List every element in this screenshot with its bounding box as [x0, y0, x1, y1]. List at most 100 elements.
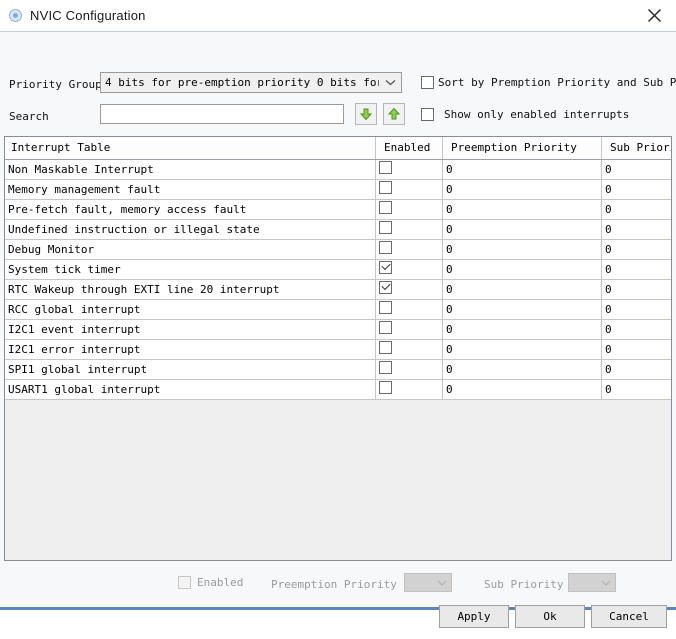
table-row[interactable]: Memory management fault 0 0 [5, 179, 671, 200]
chevron-down-icon [437, 580, 447, 586]
chevron-down-icon [601, 580, 611, 586]
cell-preemption-priority[interactable]: 0 [442, 359, 602, 380]
table-row[interactable]: SPI1 global interrupt 0 0 [5, 359, 671, 380]
cell-sub-priority[interactable]: 0 [601, 279, 671, 300]
title-bar: NVIC Configuration [0, 0, 676, 32]
cell-preemption-priority[interactable]: 0 [442, 299, 602, 320]
cell-preemption-priority[interactable]: 0 [442, 319, 602, 340]
enabled-checkbox[interactable] [379, 261, 392, 274]
enabled-checkbox[interactable] [379, 301, 392, 314]
enabled-checkbox[interactable] [379, 161, 392, 174]
cell-enabled[interactable] [375, 319, 443, 340]
table-row[interactable]: Pre-fetch fault, memory access fault 0 0 [5, 199, 671, 220]
cell-interrupt-name: System tick timer [5, 259, 376, 280]
detail-sub-priority-dropdown [568, 573, 616, 592]
priority-group-dropdown[interactable]: 4 bits for pre-emption priority 0 bits f… [100, 72, 402, 93]
table-row[interactable]: Undefined instruction or illegal state 0 0 [5, 219, 671, 240]
cell-sub-priority[interactable]: 0 [601, 259, 671, 280]
cell-sub-priority[interactable]: 0 [601, 239, 671, 260]
cell-sub-priority[interactable]: 0 [601, 199, 671, 220]
cell-sub-priority[interactable]: 0 [601, 179, 671, 200]
cell-interrupt-name: I2C1 error interrupt [5, 339, 376, 360]
table-row[interactable]: USART1 global interrupt 0 0 [5, 379, 671, 400]
enabled-checkbox[interactable] [379, 221, 392, 234]
enabled-checkbox[interactable] [379, 241, 392, 254]
cell-enabled[interactable] [375, 179, 443, 200]
enabled-checkbox[interactable] [379, 181, 392, 194]
cell-sub-priority[interactable]: 0 [601, 339, 671, 360]
cell-enabled[interactable] [375, 259, 443, 280]
cell-preemption-priority[interactable]: 0 [442, 379, 602, 400]
cell-preemption-priority[interactable]: 0 [442, 199, 602, 220]
cell-preemption-priority[interactable]: 0 [442, 259, 602, 280]
cell-enabled[interactable] [375, 219, 443, 240]
checkbox-box [178, 576, 191, 589]
priority-group-value: 4 bits for pre-emption priority 0 bits f… [105, 76, 379, 89]
cell-enabled[interactable] [375, 239, 443, 260]
checkbox-box [421, 108, 434, 121]
cell-sub-priority[interactable]: 0 [601, 359, 671, 380]
cancel-button[interactable]: Cancel [591, 605, 667, 628]
arrow-up-icon[interactable] [383, 103, 405, 125]
dialog-content: Priority Group 4 bits for pre-emption pr… [0, 32, 676, 628]
cell-interrupt-name: Undefined instruction or illegal state [5, 219, 376, 240]
cell-interrupt-name: RTC Wakeup through EXTI line 20 interrup… [5, 279, 376, 300]
detail-sub-priority-label: Sub Priority [484, 578, 564, 591]
nvic-configuration-window: NVIC Configuration Priority Group 4 bits… [0, 0, 676, 628]
table-row[interactable]: Debug Monitor 0 0 [5, 239, 671, 260]
app-icon [9, 9, 22, 22]
apply-button[interactable]: Apply [439, 605, 509, 628]
table-row[interactable]: RCC global interrupt 0 0 [5, 299, 671, 320]
cell-preemption-priority[interactable]: 0 [442, 219, 602, 240]
close-icon[interactable] [632, 0, 676, 31]
cell-preemption-priority[interactable]: 0 [442, 159, 602, 180]
cell-enabled[interactable] [375, 359, 443, 380]
table-body: Non Maskable Interrupt 0 0 Memory managemen… [5, 159, 671, 560]
table-row[interactable]: I2C1 error interrupt 0 0 [5, 339, 671, 360]
cell-sub-priority[interactable]: 0 [601, 159, 671, 180]
enabled-checkbox[interactable] [379, 341, 392, 354]
cell-interrupt-name: USART1 global interrupt [5, 379, 376, 400]
cell-preemption-priority[interactable]: 0 [442, 239, 602, 260]
show-only-enabled-label: Show only enabled interrupts [444, 108, 630, 121]
table-row[interactable]: I2C1 event interrupt 0 0 [5, 319, 671, 340]
cell-sub-priority[interactable]: 0 [601, 379, 671, 400]
search-label: Search [9, 110, 49, 123]
enabled-checkbox[interactable] [379, 381, 392, 394]
checkbox-box [421, 76, 434, 89]
cell-enabled[interactable] [375, 379, 443, 400]
show-only-enabled-checkbox[interactable]: Show only enabled interrupts [421, 108, 629, 121]
detail-enabled-checkbox: Enabled [178, 576, 243, 589]
enabled-checkbox[interactable] [379, 201, 392, 214]
search-input[interactable] [100, 104, 344, 124]
column-header-sub-priority[interactable]: Sub Priority [601, 137, 671, 160]
cell-preemption-priority[interactable]: 0 [442, 179, 602, 200]
column-header-preemption[interactable]: Preemption Priority [442, 137, 602, 160]
cell-enabled[interactable] [375, 159, 443, 180]
column-header-interrupt-table[interactable]: Interrupt Table [5, 137, 376, 160]
cell-preemption-priority[interactable]: 0 [442, 339, 602, 360]
sort-by-preemption-checkbox[interactable]: Sort by Premption Priority and Sub Prior [421, 76, 676, 89]
arrow-down-icon[interactable] [355, 103, 377, 125]
table-row[interactable]: Non Maskable Interrupt 0 0 [5, 159, 671, 180]
cell-enabled[interactable] [375, 279, 443, 300]
cell-enabled[interactable] [375, 339, 443, 360]
priority-group-label: Priority Group [9, 78, 102, 91]
table-header: Interrupt Table Enabled Preemption Prior… [5, 137, 671, 160]
enabled-checkbox[interactable] [379, 321, 392, 334]
enabled-checkbox[interactable] [379, 361, 392, 374]
cell-interrupt-name: Pre-fetch fault, memory access fault [5, 199, 376, 220]
table-row[interactable]: RTC Wakeup through EXTI line 20 interrup… [5, 279, 671, 300]
chevron-down-icon [379, 79, 401, 86]
cell-preemption-priority[interactable]: 0 [442, 279, 602, 300]
cell-sub-priority[interactable]: 0 [601, 219, 671, 240]
ok-button[interactable]: Ok [515, 605, 585, 628]
column-header-enabled[interactable]: Enabled [375, 137, 443, 160]
cell-enabled[interactable] [375, 299, 443, 320]
table-row[interactable]: System tick timer 0 0 [5, 259, 671, 280]
cell-sub-priority[interactable]: 0 [601, 299, 671, 320]
enabled-checkbox[interactable] [379, 281, 392, 294]
interrupt-table-viewport[interactable]: Interrupt Table Enabled Preemption Prior… [4, 136, 672, 561]
cell-enabled[interactable] [375, 199, 443, 220]
cell-sub-priority[interactable]: 0 [601, 319, 671, 340]
